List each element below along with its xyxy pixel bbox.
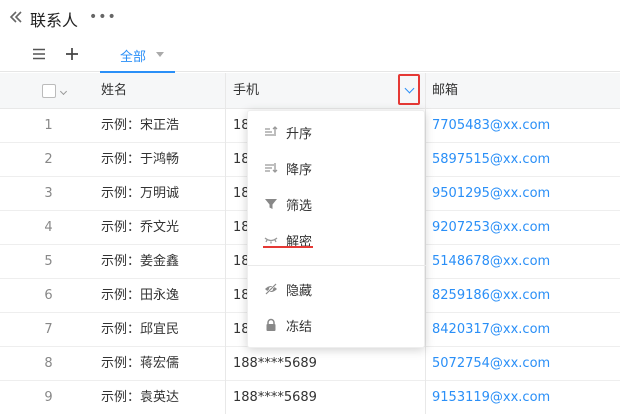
cell-email[interactable]: 5897515@xx.com [432,143,550,177]
column-header-email[interactable]: 邮箱 [432,73,458,109]
menu-icon[interactable] [32,47,46,61]
column-header-phone[interactable]: 手机 [233,73,259,109]
row-index: 7 [44,322,53,337]
sort-descending-icon [265,163,278,173]
cell-name[interactable]: 示例：乔文光 [101,211,179,245]
lock-icon [266,318,276,331]
column-menu: 升序 降序 筛选 解密 隐藏 冻结 [247,110,426,348]
menu-item-filter[interactable]: 筛选 [248,187,426,221]
chevron-down-icon[interactable] [59,87,68,96]
tab-all-label: 全部 [120,50,147,65]
menu-item-sort-desc[interactable]: 降序 [248,151,426,185]
cell-email[interactable]: 5148678@xx.com [432,245,550,279]
row-index: 8 [44,356,53,371]
chevron-down-icon [404,83,415,94]
menu-item-label: 隐藏 [286,284,313,299]
row-index: 6 [44,288,53,303]
menu-item-decrypt[interactable]: 解密 [248,223,426,257]
more-icon[interactable]: ••• [89,9,117,25]
page-title: 联系人 [30,11,79,30]
toolbar: 全部 [0,38,620,73]
row-index: 3 [44,186,53,201]
cell-email[interactable]: 8420317@xx.com [432,313,550,347]
column-header-name[interactable]: 姓名 [101,73,127,109]
filter-icon [265,199,277,209]
eye-closed-icon [264,237,278,244]
column-divider [225,73,226,414]
cell-email[interactable]: 9501295@xx.com [432,177,550,211]
cell-name[interactable]: 示例：宋正浩 [101,109,179,143]
menu-item-label: 筛选 [286,199,313,214]
cell-email[interactable]: 7705483@xx.com [432,109,550,143]
cell-name[interactable]: 示例：万明诚 [101,177,179,211]
column-menu-button[interactable] [398,74,420,105]
row-index: 2 [44,152,53,167]
menu-item-hide[interactable]: 隐藏 [248,272,426,306]
tab-all[interactable]: 全部 [100,38,175,73]
cell-name[interactable]: 示例：田永逸 [101,279,179,313]
table-header: 姓名 手机 邮箱 [0,73,620,109]
highlight-underline [263,246,313,248]
cell-email[interactable]: 9153119@xx.com [432,381,550,414]
table-row[interactable]: 8 示例：蒋宏儒 188****5689 5072754@xx.com [0,347,620,381]
cell-name[interactable]: 示例：蒋宏儒 [101,347,179,381]
cell-name[interactable]: 示例：于鸿畅 [101,143,179,177]
row-index: 9 [44,390,53,405]
title-bar: 联系人 ••• [0,0,620,36]
cell-name[interactable]: 示例：姜金鑫 [101,245,179,279]
cell-name[interactable]: 示例：邱宜民 [101,313,179,347]
menu-item-freeze[interactable]: 冻结 [248,308,426,342]
chevron-down-icon[interactable] [156,52,164,57]
menu-item-label: 降序 [286,163,313,178]
menu-item-label: 升序 [286,127,313,142]
row-index: 1 [44,118,53,133]
hide-icon [265,283,277,295]
row-index: 5 [44,254,53,269]
cell-email[interactable]: 8259186@xx.com [432,279,550,313]
cell-phone[interactable]: 188****5689 [233,347,317,381]
cell-name[interactable]: 示例：袁英达 [101,381,179,414]
table-row[interactable]: 9 示例：袁英达 188****5689 9153119@xx.com [0,381,620,414]
plus-icon[interactable] [64,46,80,62]
select-all-checkbox[interactable] [42,84,56,98]
menu-divider [248,265,426,266]
cell-email[interactable]: 9207253@xx.com [432,211,550,245]
cell-email[interactable]: 5072754@xx.com [432,347,550,381]
collapse-icon[interactable] [9,10,23,24]
cell-phone[interactable]: 188****5689 [233,381,317,414]
menu-item-label: 冻结 [286,320,313,335]
menu-item-sort-asc[interactable]: 升序 [248,115,426,149]
row-index: 4 [44,220,53,235]
sort-ascending-icon [265,126,278,136]
